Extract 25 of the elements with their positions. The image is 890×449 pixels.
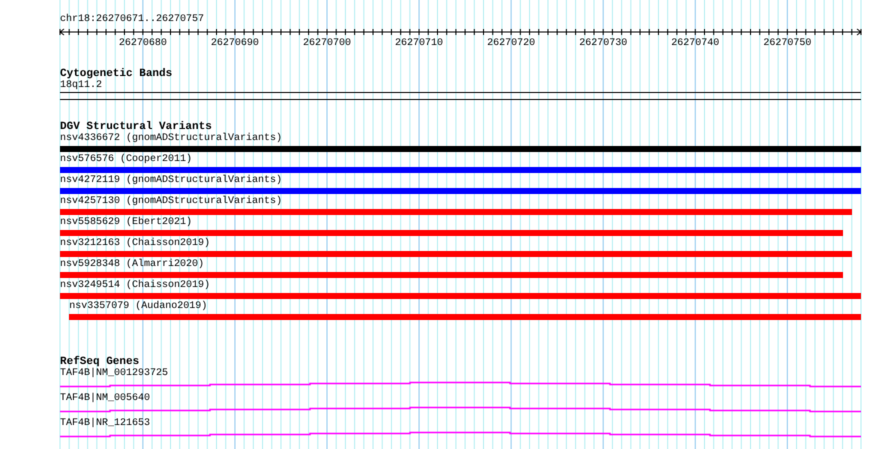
gene-label: TAF4B|NM_005640 — [60, 393, 150, 405]
variant-label: nsv576576 (Cooper2011) — [60, 154, 192, 166]
track-title: Cytogenetic Bands — [60, 68, 174, 80]
variant-label: nsv4257130 (gnomADStructuralVariants) — [60, 196, 282, 208]
tick-label: 26270680 — [118, 38, 167, 50]
variant-label: nsv5928348 (Almarri2020) — [60, 259, 204, 271]
track-title: RefSeq Genes — [60, 356, 140, 368]
variant-label: nsv3249514 (Chaisson2019) — [60, 280, 210, 292]
track-title: DGV Structural Variants — [60, 121, 212, 133]
tick-label: 26270720 — [487, 38, 536, 50]
tick-label: 26270750 — [763, 38, 812, 50]
variant-label: nsv4336672 (gnomADStructuralVariants) — [60, 133, 282, 145]
location-label: chr18:26270671..26270757 — [60, 14, 204, 26]
variant-label: nsv5585629 (Ebert2021) — [60, 217, 192, 229]
band-label: 18q11.2 — [60, 80, 102, 92]
tick-label: 26270690 — [210, 38, 259, 50]
gene-label: TAF4B|NM_001293725 — [60, 368, 168, 380]
tick-label: 26270740 — [671, 38, 720, 50]
variant-label: nsv3357079 (Audano2019) — [69, 301, 208, 313]
tick-label: 26270730 — [579, 38, 628, 50]
tick-label: 26270710 — [395, 38, 444, 50]
variant-label: nsv4272119 (gnomADStructuralVariants) — [60, 175, 282, 187]
tick-label: 26270700 — [303, 38, 351, 50]
gene-label: TAF4B|NR_121653 — [60, 418, 150, 430]
variant-label: nsv3212163 (Chaisson2019) — [60, 238, 210, 250]
